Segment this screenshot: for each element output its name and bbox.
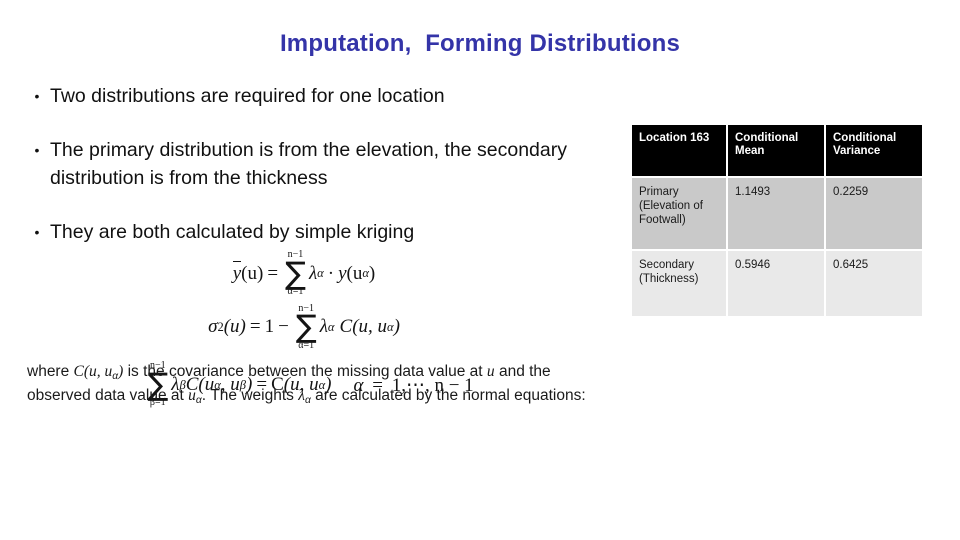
table-cell-row-label: Secondary (Thickness)	[632, 251, 726, 316]
where-explanation: where C(u, uα) is the covariance between…	[27, 362, 592, 411]
where-part-1: where	[27, 363, 74, 380]
bullet-text: They are both calculated by simple krigi…	[50, 221, 415, 243]
list-item: • The primary distribution is from the e…	[24, 136, 624, 192]
where-part-2: is the covariance between the missing da…	[123, 363, 487, 380]
table-header-conditional-mean: Conditional Mean	[728, 125, 824, 176]
where-u-alpha-symbol: u	[188, 387, 196, 405]
eq1-middot: ·	[327, 262, 335, 284]
equation-kriging-variance: σ 2 (u) = 1 − n−1 ∑ α=1 λα C (u, u α)	[4, 303, 604, 352]
table-header-row: Location 163 Conditional Mean Conditiona…	[632, 125, 922, 176]
bullet-dot-icon: •	[34, 142, 40, 158]
bullet-list: • Two distributions are required for one…	[24, 82, 624, 272]
table-header-location-line1: Location 163	[639, 132, 710, 144]
summation-icon: ∑	[295, 309, 317, 346]
row-label-line1: Primary	[639, 186, 679, 198]
eq1-y-arg-close: )	[368, 262, 376, 284]
where-lambda-symbol: λ	[298, 387, 305, 405]
where-u-symbol: u	[486, 363, 495, 380]
table-header-conditional-variance-line1: Conditional	[833, 132, 897, 144]
eq2-lhs-arg: (u)	[223, 316, 246, 338]
distribution-summary-table: Location 163 Conditional Mean Conditiona…	[630, 123, 924, 318]
eq2-covariance-close: )	[393, 316, 400, 338]
eq2-one: 1	[264, 316, 275, 338]
eq1-y-arg-open: (u	[346, 262, 363, 284]
table-header-conditional-mean-line1: Conditional	[735, 132, 799, 144]
list-item: • They are both calculated by simple kri…	[24, 218, 624, 246]
table-cell-conditional-variance: 0.2259	[826, 178, 922, 249]
eq2-summation: n−1 ∑ α=1	[295, 303, 317, 352]
eq1-lambda-sub: α	[317, 266, 324, 281]
eq2-minus: −	[278, 316, 289, 338]
eq1-y-arg-sub: α	[362, 266, 369, 281]
bullet-text: Two distributions are required for one l…	[50, 85, 445, 107]
table-cell-conditional-mean: 0.5946	[728, 251, 824, 316]
eq1-lambda: λ	[308, 262, 318, 284]
eq1-equals: =	[267, 262, 279, 284]
bullet-text: The primary distribution is from the ele…	[50, 139, 567, 189]
list-item: • Two distributions are required for one…	[24, 82, 624, 110]
row-label-line3: Footwall)	[639, 214, 686, 226]
eq2-lambda: λ	[319, 316, 328, 338]
summation-icon: ∑	[285, 255, 306, 292]
table-header-location: Location 163	[632, 125, 726, 176]
eq1-lhs-arg: (u)	[241, 262, 264, 284]
equation-kriging-mean: y (u) = n−1 ∑ α=1 λα · y (u α)	[4, 249, 604, 298]
eq2-sigma: σ	[208, 316, 218, 338]
table-row: Primary (Elevation of Footwall) 1.1493 0…	[632, 178, 922, 249]
eq1-y: y	[338, 262, 347, 284]
table-row: Secondary (Thickness) 0.5946 0.6425	[632, 251, 922, 316]
page-title: Imputation, Forming Distributions	[279, 30, 681, 57]
row-label-line2: (Thickness)	[639, 273, 699, 285]
eq2-covariance-sub: α	[387, 319, 394, 334]
eq1-summation: n−1 ∑ α=1	[285, 249, 306, 298]
table-cell-row-label: Primary (Elevation of Footwall)	[632, 178, 726, 249]
table-header-conditional-variance-line2: Variance	[833, 145, 881, 157]
table-cell-conditional-variance: 0.6425	[826, 251, 922, 316]
eq2-lambda-sub: α	[327, 319, 335, 334]
where-covariance-symbol: C(u, u	[73, 363, 113, 380]
eq1-lhs-var: y	[232, 261, 242, 284]
row-label-line1: Secondary	[639, 259, 694, 271]
eq2-sum-lower-limit: α=1	[298, 339, 315, 351]
table-header-conditional-mean-line2: Mean	[735, 145, 765, 157]
eq1-sum-lower-limit: α=1	[287, 286, 304, 298]
eq2-covariance-symbol: C	[339, 316, 353, 338]
bullet-dot-icon: •	[34, 224, 40, 240]
row-label-line2: (Elevation of	[639, 200, 703, 212]
where-part-4: . The weights	[201, 387, 299, 405]
where-part-5: are calculated by the normal equations:	[310, 387, 586, 405]
table-cell-conditional-mean: 1.1493	[728, 178, 824, 249]
eq2-covariance-arg: (u, u	[352, 316, 388, 338]
bullet-dot-icon: •	[34, 88, 40, 104]
table-header-conditional-variance: Conditional Variance	[826, 125, 922, 176]
eq2-equals: =	[249, 316, 261, 338]
